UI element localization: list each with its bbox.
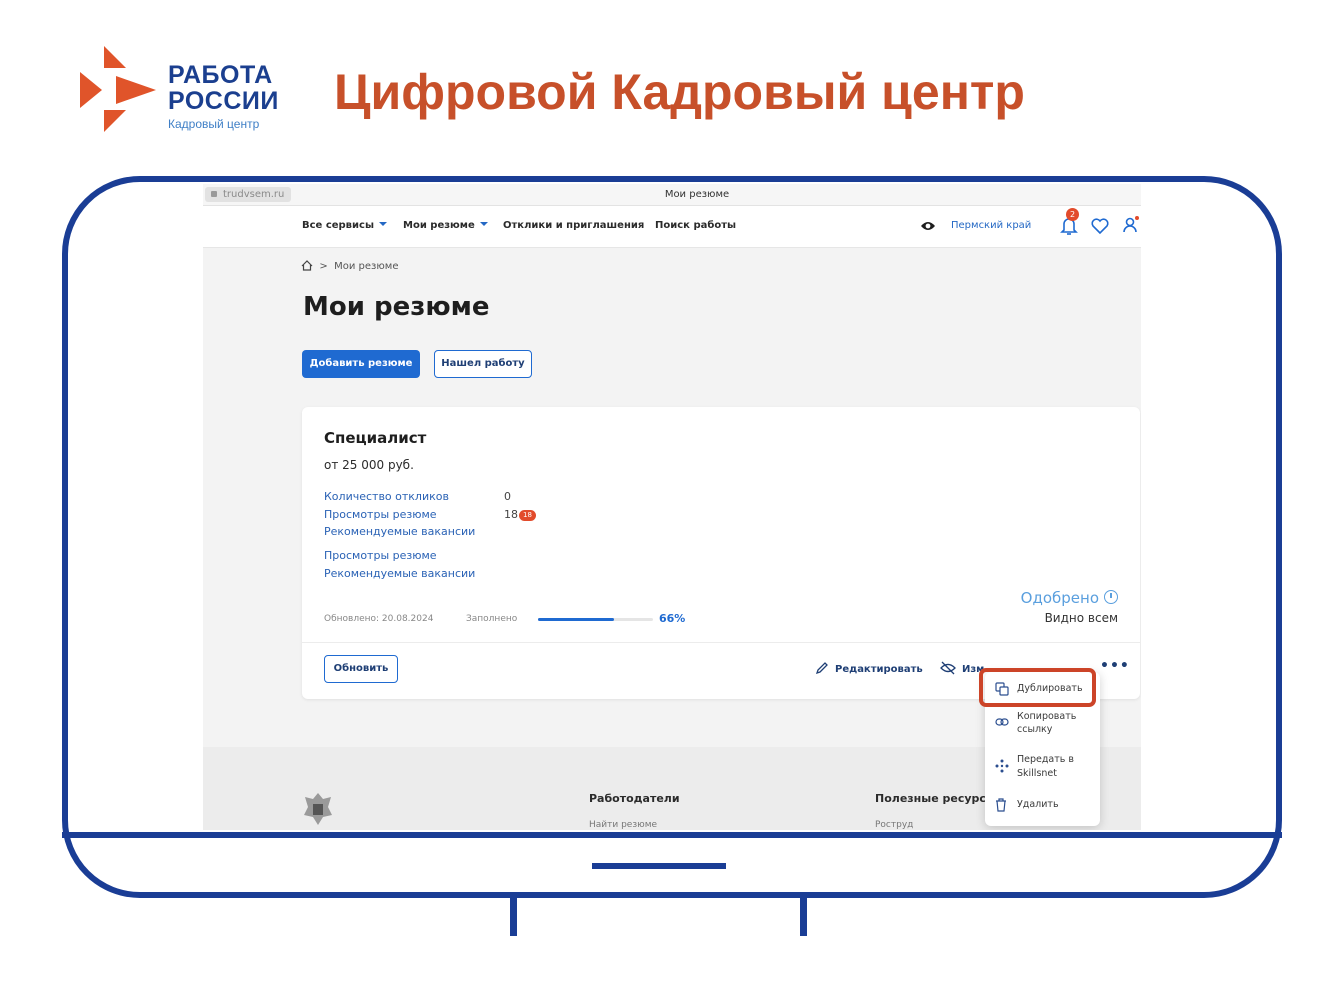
refresh-button[interactable]: Обновить: [324, 655, 398, 683]
monitor-bezel-dash: [592, 863, 726, 869]
stat-views-value: 18 18: [504, 508, 536, 521]
logo-line-2: РОССИИ: [168, 87, 279, 115]
monitor-stand-right: [800, 897, 807, 936]
stat-recommended-label[interactable]: Рекомендуемые вакансии: [324, 525, 475, 538]
menu-item-copy-link[interactable]: Копировать ссылку: [985, 710, 1100, 738]
more-options-button[interactable]: •••: [1100, 658, 1130, 674]
chevron-down-icon: [479, 222, 488, 226]
menu-copy-link-label-2: ссылку: [1017, 724, 1053, 735]
stat-views-label[interactable]: Просмотры резюме: [324, 508, 437, 521]
menu-delete-label: Удалить: [1017, 799, 1059, 810]
tab-title: Мои резюме: [664, 189, 730, 200]
duplicate-highlight-frame: [979, 668, 1096, 707]
pencil-icon: [815, 662, 828, 675]
updated-date: Обновлено: 20.08.2024: [324, 614, 434, 624]
resume-title[interactable]: Специалист: [324, 429, 426, 447]
link-icon: [995, 718, 1009, 726]
nav-all-services-label: Все сервисы: [302, 220, 374, 231]
nav-my-resumes[interactable]: Мои резюме: [403, 220, 488, 231]
breadcrumb: > Мои резюме: [301, 260, 398, 272]
transfer-icon: [995, 759, 1009, 773]
home-icon[interactable]: [301, 260, 313, 271]
views-badge: 18: [519, 510, 536, 521]
region-selector[interactable]: Пермский край: [951, 220, 1031, 231]
stat-responses-label[interactable]: Количество откликов: [324, 490, 449, 503]
status-badge: Одобрено: [1021, 589, 1118, 607]
info-icon[interactable]: [1104, 590, 1118, 604]
menu-transfer-label-2: Skillsnet: [1017, 768, 1057, 779]
nav-my-resumes-label: Мои резюме: [403, 220, 475, 231]
breadcrumb-current: Мои резюме: [334, 261, 399, 272]
add-resume-button[interactable]: Добавить резюме: [302, 350, 420, 378]
state-emblem-icon: [304, 793, 332, 825]
monitor-bezel-line: [62, 832, 1282, 838]
browser-bar: trudvsem.ru Мои резюме: [203, 184, 1141, 206]
filled-percent: 66%: [659, 612, 686, 625]
card-divider: [302, 642, 1140, 643]
browser-screenshot: trudvsem.ru Мои резюме Все сервисы Мои р…: [203, 184, 1141, 830]
edit-action[interactable]: Редактировать: [815, 661, 923, 675]
stat-responses-value: 0: [504, 490, 511, 503]
menu-item-transfer-skillsnet[interactable]: Передать в Skillsnet: [985, 753, 1100, 781]
filled-label: Заполнено: [466, 614, 518, 624]
slide-title: Цифровой Кадровый центр: [334, 64, 1025, 120]
visibility-text: Видно всем: [1044, 611, 1118, 625]
found-job-button[interactable]: Нашел работу: [434, 350, 532, 378]
footer-employers-title: Работодатели: [589, 792, 680, 805]
notification-badge: 2: [1066, 208, 1079, 221]
menu-copy-link-label-1: Копировать: [1017, 711, 1077, 722]
logo-text: РАБОТА РОССИИ Кадровый центр: [168, 62, 279, 131]
menu-transfer-label-1: Передать в: [1017, 754, 1075, 765]
heart-icon[interactable]: [1090, 217, 1110, 235]
chevron-down-icon: [379, 222, 387, 226]
resume-salary: от 25 000 руб.: [324, 458, 414, 472]
edit-label: Редактировать: [835, 664, 923, 675]
stat-views-count: 18: [504, 508, 518, 521]
filled-progress-fill: [538, 618, 614, 621]
footer-resources-title: Полезные ресурс: [875, 792, 986, 805]
monitor-stand-left: [510, 897, 517, 936]
nav-job-search[interactable]: Поиск работы: [655, 220, 736, 231]
resume-card: Специалист от 25 000 руб. Количество отк…: [302, 407, 1140, 699]
footer-rostrud-link[interactable]: Роструд: [875, 820, 913, 830]
filled-progress-bar: [538, 618, 653, 621]
user-icon[interactable]: [1122, 215, 1140, 235]
eye-icon[interactable]: [920, 220, 936, 232]
logo-line-1: РАБОТА: [168, 61, 273, 89]
status-text: Одобрено: [1020, 589, 1099, 607]
eye-off-icon: [940, 661, 956, 675]
page-title: Мои резюме: [303, 292, 490, 322]
logo-subtitle: Кадровый центр: [168, 117, 260, 131]
nav-all-services[interactable]: Все сервисы: [302, 220, 387, 231]
trash-icon: [996, 798, 1006, 812]
stat-views-label-2[interactable]: Просмотры резюме: [324, 549, 437, 562]
nav-responses[interactable]: Отклики и приглашения: [503, 220, 644, 231]
stat-recommended-label-2[interactable]: Рекомендуемые вакансии: [324, 567, 475, 580]
footer-find-resume-link[interactable]: Найти резюме: [589, 820, 657, 830]
breadcrumb-separator: >: [319, 261, 328, 272]
rabota-rossii-logo-icon: [80, 46, 156, 132]
top-navigation: Все сервисы Мои резюме Отклики и приглаш…: [203, 206, 1141, 248]
